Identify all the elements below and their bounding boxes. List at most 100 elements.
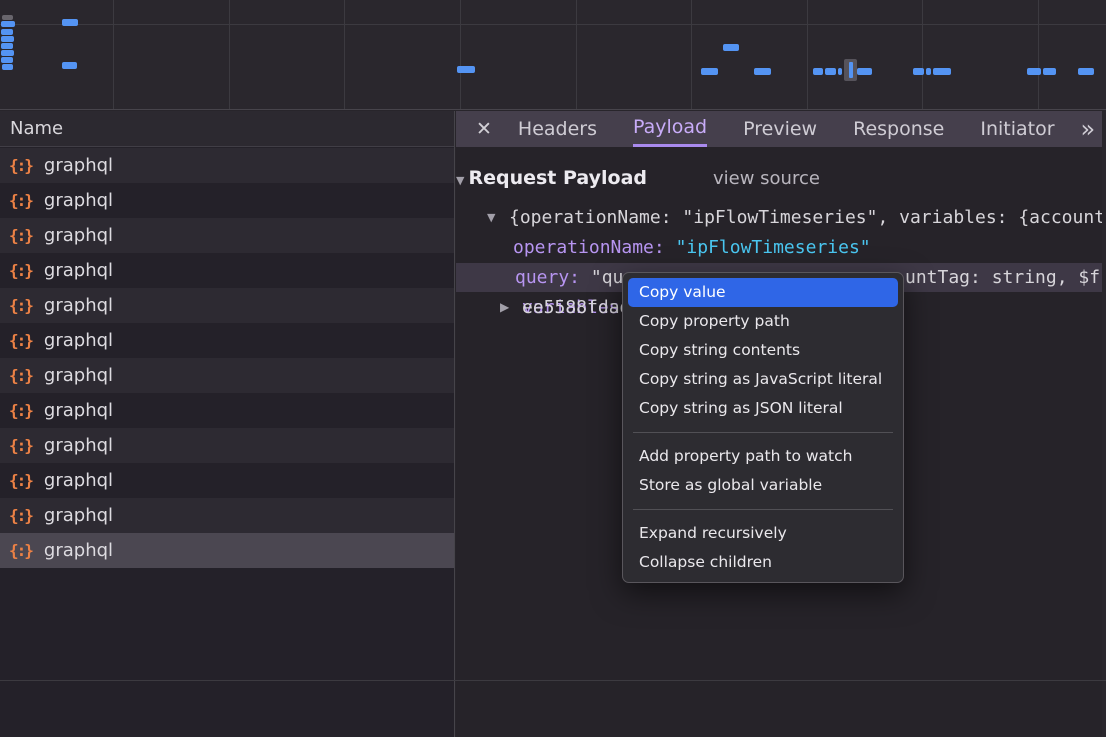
network-activity-bar bbox=[1027, 68, 1041, 75]
tab-preview[interactable]: Preview bbox=[743, 111, 817, 147]
network-activity-bar bbox=[1, 57, 13, 63]
json-braces-icon: {:} bbox=[9, 401, 32, 420]
network-request-row[interactable]: {:} graphql bbox=[0, 323, 454, 358]
network-request-row[interactable]: {:}graphql bbox=[0, 463, 454, 498]
menu-item-expand-recursively[interactable]: Expand recursively bbox=[628, 519, 898, 548]
tab-initiator[interactable]: Initiator bbox=[980, 111, 1054, 147]
menu-item-store-as-global-variable[interactable]: Store as global variable bbox=[628, 471, 898, 500]
network-activity-bar bbox=[933, 68, 951, 75]
network-activity-bar bbox=[1043, 68, 1056, 75]
request-name: graphql bbox=[44, 295, 113, 316]
network-request-row[interactable]: {:} graphql bbox=[0, 288, 454, 323]
overview-gridline bbox=[1038, 0, 1039, 109]
network-overview[interactable] bbox=[0, 0, 1106, 110]
request-name: graphql bbox=[44, 505, 113, 526]
property-key: operationName: bbox=[513, 237, 676, 258]
menu-item-copy-property-path[interactable]: Copy property path bbox=[628, 307, 898, 336]
property-value-right-fragment: untTag: string, $f bbox=[905, 263, 1100, 292]
object-expander-icon[interactable]: ▼ bbox=[487, 203, 495, 232]
request-name: graphql bbox=[44, 260, 113, 281]
overview-gridline bbox=[229, 0, 230, 109]
network-activity-bar bbox=[1, 43, 13, 49]
payload-object-preview-row[interactable]: ▼ {operationName: "ipFlowTimeseries", va… bbox=[456, 203, 1102, 232]
request-name: graphql bbox=[44, 400, 113, 421]
menu-item-copy-string-as-javascript-literal[interactable]: Copy string as JavaScript literal bbox=[628, 365, 898, 394]
network-activity-bar bbox=[857, 68, 872, 75]
menu-separator bbox=[633, 432, 893, 433]
request-name: graphql bbox=[44, 540, 113, 561]
details-tab-bar: ✕ Headers Payload Preview Response Initi… bbox=[456, 111, 1102, 147]
menu-separator bbox=[633, 509, 893, 510]
context-menu: Copy valueCopy property pathCopy string … bbox=[622, 272, 904, 583]
section-title: Request Payload bbox=[468, 167, 647, 189]
object-preview-text: {operationName: "ipFlowTimeseries", vari… bbox=[509, 203, 1102, 232]
request-name: graphql bbox=[44, 330, 113, 351]
overview-row-divider bbox=[0, 24, 1106, 25]
menu-item-collapse-children[interactable]: Collapse children bbox=[628, 548, 898, 577]
network-activity-bar bbox=[62, 19, 78, 26]
request-name: graphql bbox=[44, 155, 113, 176]
menu-item-copy-value[interactable]: Copy value bbox=[628, 278, 898, 307]
overview-gridline bbox=[691, 0, 692, 109]
network-request-row[interactable]: {:}graphql bbox=[0, 358, 454, 393]
json-braces-icon: {:} bbox=[9, 331, 32, 350]
variables-expander-icon[interactable]: ▶ bbox=[500, 293, 509, 322]
network-request-row[interactable]: {:} graphql bbox=[0, 498, 454, 533]
network-request-panel: Name {:}graphql{:}graphql{:}graphql{:}gr… bbox=[0, 111, 455, 737]
section-expander-icon[interactable]: ▼ bbox=[456, 166, 464, 193]
network-activity-bar bbox=[754, 68, 771, 75]
tab-payload[interactable]: Payload bbox=[633, 111, 707, 147]
overview-gridline bbox=[113, 0, 114, 109]
footer-divider bbox=[0, 680, 1106, 681]
json-braces-icon: {:} bbox=[9, 261, 32, 280]
tab-headers[interactable]: Headers bbox=[518, 111, 597, 147]
selected-request-bar bbox=[849, 62, 853, 78]
network-activity-bar bbox=[701, 68, 718, 75]
close-icon[interactable]: ✕ bbox=[476, 118, 492, 140]
menu-item-copy-string-contents[interactable]: Copy string contents bbox=[628, 336, 898, 365]
network-activity-bar bbox=[457, 66, 475, 73]
overview-gridline bbox=[922, 0, 923, 109]
network-request-row[interactable]: {:} graphql bbox=[0, 218, 454, 253]
menu-item-copy-string-as-json-literal[interactable]: Copy string as JSON literal bbox=[628, 394, 898, 423]
payload-property-operationName[interactable]: operationName: "ipFlowTimeseries" bbox=[456, 233, 1102, 262]
overview-gridline bbox=[807, 0, 808, 109]
request-list: {:} graphql {:} graphql {:} graphql {:} graphql… bbox=[0, 148, 454, 568]
network-request-row[interactable]: {:}graphql bbox=[0, 148, 454, 183]
devtools-window: Name {:}graphql{:}graphql{:}graphql{:}gr… bbox=[0, 0, 1106, 737]
network-request-row[interactable]: {:} graphql bbox=[0, 533, 454, 568]
overview-gridline bbox=[460, 0, 461, 109]
network-request-row[interactable]: {:}graphql bbox=[0, 428, 454, 463]
property-value-left-fragment: "qu bbox=[591, 267, 624, 288]
network-activity-bar bbox=[723, 44, 739, 51]
network-activity-bar bbox=[1, 50, 14, 56]
json-braces-icon: {:} bbox=[9, 436, 32, 455]
json-braces-icon: {:} bbox=[9, 506, 32, 525]
more-tabs-chevron-icon[interactable]: » bbox=[1081, 111, 1096, 147]
request-name: graphql bbox=[44, 470, 113, 491]
json-braces-icon: {:} bbox=[9, 541, 32, 560]
tab-response[interactable]: Response bbox=[853, 111, 944, 147]
name-column-header[interactable]: Name bbox=[0, 111, 454, 147]
network-activity-bar bbox=[2, 15, 13, 20]
json-braces-icon: {:} bbox=[9, 226, 32, 245]
json-braces-icon: {:} bbox=[9, 296, 32, 315]
network-activity-bar bbox=[825, 68, 836, 75]
json-braces-icon: {:} bbox=[9, 366, 32, 385]
network-activity-bar bbox=[913, 68, 924, 75]
network-activity-bar bbox=[838, 68, 842, 75]
property-value: "ipFlowTimeseries" bbox=[676, 237, 871, 258]
network-request-row[interactable]: {:} graphql bbox=[0, 393, 454, 428]
network-activity-bar bbox=[1, 36, 14, 42]
network-request-row[interactable]: {:} graphql bbox=[0, 253, 454, 288]
network-activity-bar bbox=[926, 68, 931, 75]
request-name: graphql bbox=[44, 225, 113, 246]
network-request-row[interactable]: {:}graphql bbox=[0, 183, 454, 218]
property-key: query: bbox=[515, 267, 591, 288]
network-activity-bar bbox=[1, 29, 13, 35]
network-activity-bar bbox=[2, 64, 13, 70]
network-activity-bar bbox=[62, 62, 77, 69]
view-source-link[interactable]: view source bbox=[713, 164, 820, 193]
menu-item-add-property-path-to-watch[interactable]: Add property path to watch bbox=[628, 442, 898, 471]
network-activity-bar bbox=[813, 68, 823, 75]
